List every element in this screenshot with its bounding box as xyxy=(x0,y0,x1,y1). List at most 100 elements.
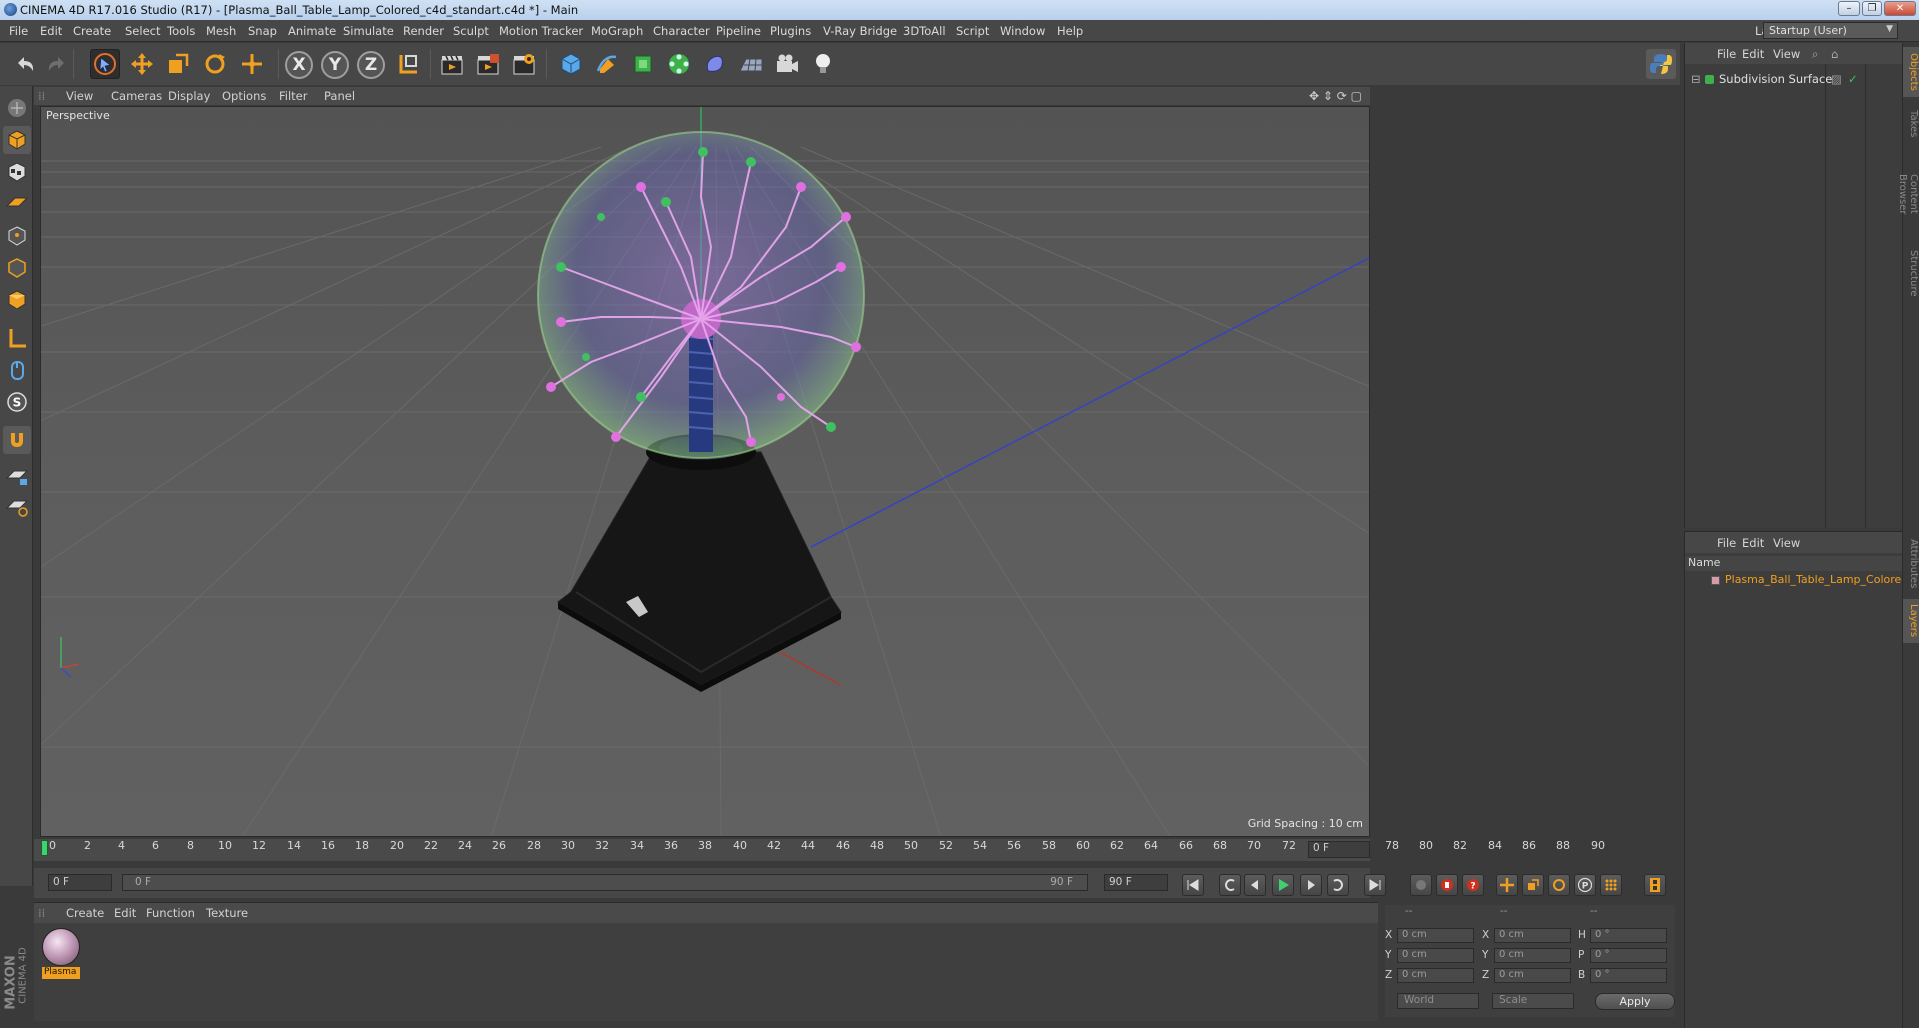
add-spline-pen-button[interactable] xyxy=(592,49,622,79)
key-pla-button[interactable] xyxy=(1600,874,1622,896)
move-tool-button[interactable] xyxy=(127,49,157,79)
scale-tool-button[interactable] xyxy=(163,49,193,79)
axis-mode-button[interactable] xyxy=(3,324,31,352)
start-frame-field[interactable]: 0 F xyxy=(48,874,112,891)
size-x-field[interactable]: 0 cm xyxy=(1494,928,1571,943)
size-y-field[interactable]: 0 cm xyxy=(1494,948,1571,963)
viewport-menu-cameras[interactable]: Cameras xyxy=(111,89,162,103)
add-cube-button[interactable] xyxy=(556,49,586,79)
size-z-field[interactable]: 0 cm xyxy=(1494,968,1571,983)
menu-3dtoall[interactable]: 3DToAll xyxy=(903,24,946,38)
record-active-button[interactable] xyxy=(1436,874,1458,896)
key-position-button[interactable] xyxy=(1496,874,1518,896)
timeline-playhead[interactable] xyxy=(41,840,48,856)
add-light-button[interactable] xyxy=(808,49,838,79)
axis-z-button[interactable]: Z xyxy=(357,51,385,79)
lock-workplane-button[interactable] xyxy=(3,462,31,490)
search-icon[interactable]: ⌕ xyxy=(1812,47,1818,62)
go-to-end-button[interactable] xyxy=(1364,874,1386,896)
undo-button[interactable] xyxy=(10,49,40,79)
play-button[interactable] xyxy=(1272,874,1294,896)
add-camera-button[interactable] xyxy=(772,49,802,79)
layer-menu-edit[interactable]: Edit xyxy=(1742,536,1764,550)
layout-dropdown[interactable]: Startup (User) ▼ xyxy=(1763,22,1898,39)
timeline-window-button[interactable] xyxy=(1644,874,1666,896)
tab-attributes[interactable]: Attributes xyxy=(1903,533,1919,595)
coordinate-system-dropdown[interactable]: World xyxy=(1397,993,1479,1009)
viewport-menu-view[interactable]: View xyxy=(66,89,93,103)
render-settings-button[interactable] xyxy=(509,49,539,79)
menu-edit[interactable]: Edit xyxy=(40,24,62,38)
menu-create[interactable]: Create xyxy=(73,24,111,38)
menu-tools[interactable]: Tools xyxy=(167,24,195,38)
object-menu-file[interactable]: File xyxy=(1717,47,1736,61)
tree-expand-icon[interactable]: ⊟ xyxy=(1691,72,1701,86)
points-mode-button[interactable] xyxy=(3,222,31,250)
python-button[interactable] xyxy=(1646,49,1676,79)
menu-select[interactable]: Select xyxy=(125,24,160,38)
menu-simulate[interactable]: Simulate xyxy=(343,24,394,38)
object-row-subdivision-surface[interactable]: ⊟ Subdivision Surface ▨ ✓ xyxy=(1685,72,1903,87)
menu-help[interactable]: Help xyxy=(1057,24,1083,38)
material-thumbnail[interactable] xyxy=(42,928,80,966)
make-editable-button[interactable] xyxy=(3,94,31,122)
next-frame-button[interactable] xyxy=(1300,874,1322,896)
minimize-button[interactable]: – xyxy=(1838,1,1860,16)
rotation-h-field[interactable]: 0 ° xyxy=(1590,928,1667,943)
add-array-button[interactable] xyxy=(664,49,694,79)
go-to-start-button[interactable] xyxy=(1182,874,1204,896)
material-menu-function[interactable]: Function xyxy=(146,906,195,920)
tab-content-browser[interactable]: Content Browser xyxy=(1897,149,1919,239)
record-off-button[interactable] xyxy=(1410,874,1432,896)
key-parameter-button[interactable]: P xyxy=(1574,874,1596,896)
viewport-navigation-icons[interactable]: ✥ ⇕ ⟳ ▢ xyxy=(1309,89,1362,103)
maximize-button[interactable]: ❐ xyxy=(1862,1,1882,16)
position-z-field[interactable]: 0 cm xyxy=(1397,968,1474,983)
size-mode-dropdown[interactable]: Scale xyxy=(1492,993,1574,1009)
menu-render[interactable]: Render xyxy=(403,24,444,38)
viewport-perspective[interactable]: Perspective Grid Spacing : 10 cm xyxy=(40,106,1370,837)
menu-window[interactable]: Window xyxy=(1000,24,1045,38)
workplane-mode-button[interactable] xyxy=(3,188,31,216)
transform-tool-button[interactable] xyxy=(237,49,267,79)
tab-takes[interactable]: Takes xyxy=(1903,103,1919,145)
drag-handle-icon[interactable]: ⁞⁞ xyxy=(38,89,45,103)
add-subdivision-button[interactable] xyxy=(628,49,658,79)
close-button[interactable]: ✕ xyxy=(1884,1,1916,16)
key-scale-button[interactable] xyxy=(1522,874,1544,896)
visibility-toggle-icon[interactable]: ▨ xyxy=(1831,72,1842,86)
render-view-button[interactable] xyxy=(437,49,467,79)
live-selection-button[interactable] xyxy=(90,49,120,79)
menu-sculpt[interactable]: Sculpt xyxy=(453,24,489,38)
planar-workplane-button[interactable] xyxy=(3,492,31,520)
edges-mode-button[interactable] xyxy=(3,254,31,282)
add-deformer-button[interactable] xyxy=(700,49,730,79)
previous-frame-button[interactable] xyxy=(1244,874,1266,896)
axis-y-button[interactable]: Y xyxy=(321,51,349,79)
texture-mode-button[interactable] xyxy=(3,158,31,186)
menu-motion-tracker[interactable]: Motion Tracker xyxy=(499,24,583,38)
tab-layers[interactable]: Layers xyxy=(1903,599,1919,643)
current-frame-field[interactable]: 0 F xyxy=(1308,841,1370,858)
menu-vray-bridge[interactable]: V-Ray Bridge xyxy=(823,24,897,38)
previous-key-button[interactable] xyxy=(1219,874,1241,896)
object-menu-view[interactable]: View xyxy=(1773,47,1800,61)
menu-character[interactable]: Character xyxy=(653,24,710,38)
drag-handle-icon[interactable]: ⁞⁞ xyxy=(38,906,45,920)
material-menu-create[interactable]: Create xyxy=(66,906,104,920)
end-frame-field[interactable]: 90 F xyxy=(1104,874,1168,891)
menu-snap[interactable]: Snap xyxy=(248,24,277,38)
position-y-field[interactable]: 0 cm xyxy=(1397,948,1474,963)
viewport-menu-options[interactable]: Options xyxy=(222,89,266,103)
layer-menu-file[interactable]: File xyxy=(1717,536,1736,550)
menu-animate[interactable]: Animate xyxy=(288,24,336,38)
viewport-menu-filter[interactable]: Filter xyxy=(279,89,307,103)
render-picture-viewer-button[interactable] xyxy=(473,49,503,79)
viewport-menu-panel[interactable]: Panel xyxy=(324,89,355,103)
rotate-tool-button[interactable] xyxy=(200,49,230,79)
layer-menu-view[interactable]: View xyxy=(1773,536,1800,550)
snap-button[interactable] xyxy=(3,426,31,454)
preview-range-slider[interactable]: 0 F 90 F xyxy=(122,874,1088,891)
next-key-button[interactable] xyxy=(1327,874,1349,896)
material-name-label[interactable]: Plasma xyxy=(42,967,80,979)
